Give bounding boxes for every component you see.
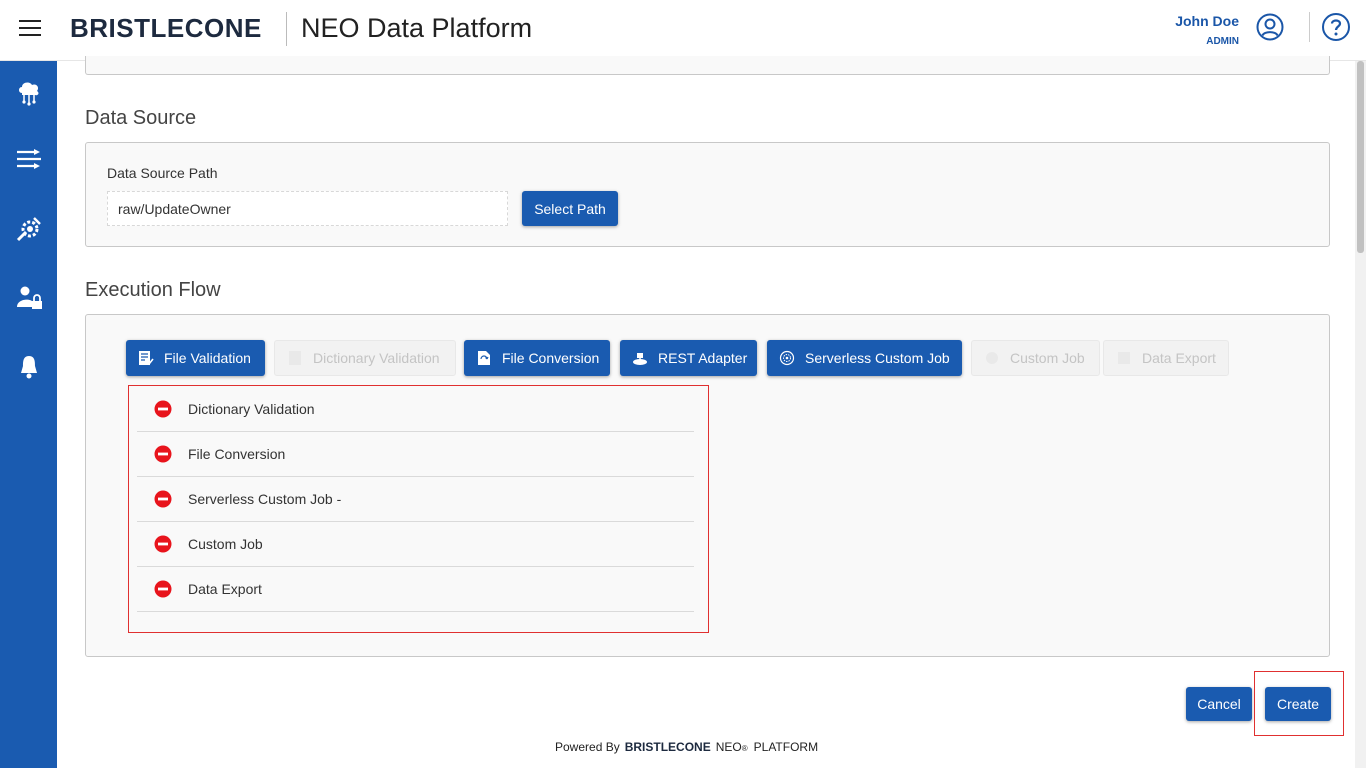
- flow-item-label: File Conversion: [188, 446, 286, 462]
- footer-brand: BRISTLECONE: [624, 740, 711, 754]
- dictionary-icon: [289, 351, 301, 365]
- menu-icon[interactable]: [19, 20, 41, 38]
- remove-icon[interactable]: [154, 580, 172, 598]
- previous-panel: [85, 56, 1330, 75]
- flow-list: Dictionary Validation File Conversion Se…: [128, 385, 709, 633]
- execution-flow-title: Execution Flow: [85, 279, 221, 301]
- flow-item-label: Dictionary Validation: [188, 401, 315, 417]
- step-custom-job[interactable]: Custom Job: [971, 340, 1100, 376]
- scrollbar-thumb[interactable]: [1357, 61, 1364, 253]
- step-data-export[interactable]: Data Export: [1103, 340, 1229, 376]
- user-role: ADMIN: [1206, 36, 1239, 47]
- cloud-network-icon[interactable]: [14, 77, 44, 107]
- pipeline-icon[interactable]: [14, 145, 44, 175]
- file-conversion-icon: [478, 351, 490, 365]
- step-label: File Validation: [164, 350, 251, 366]
- brand-logo: BRISTLECONE: [70, 13, 262, 43]
- cancel-button[interactable]: Cancel: [1186, 687, 1252, 721]
- step-rest-adapter[interactable]: REST Adapter: [620, 340, 757, 376]
- remove-icon[interactable]: [154, 445, 172, 463]
- footer-platform: PLATFORM: [753, 740, 819, 754]
- footer-registered: ®: [741, 744, 748, 753]
- user-avatar-icon[interactable]: [1256, 13, 1284, 41]
- step-serverless-custom-job[interactable]: Serverless Custom Job: [767, 340, 962, 376]
- header-divider: [286, 12, 287, 46]
- rest-adapter-icon: [633, 353, 647, 365]
- create-button[interactable]: Create: [1265, 687, 1331, 721]
- step-label: Data Export: [1142, 350, 1216, 366]
- data-source-path-label: Data Source Path: [107, 165, 218, 181]
- app-title: NEO Data Platform: [301, 13, 533, 43]
- main-content: Data Source Data Source Path Select Path…: [57, 56, 1355, 768]
- bell-icon[interactable]: [14, 352, 44, 382]
- flow-item-label: Serverless Custom Job -: [188, 491, 342, 507]
- flow-item-label: Data Export: [188, 581, 262, 597]
- header-divider-right: [1309, 12, 1310, 42]
- step-label: Custom Job: [1010, 350, 1085, 366]
- user-lock-icon[interactable]: [14, 283, 44, 313]
- flow-item-label: Custom Job: [188, 536, 263, 552]
- select-path-button[interactable]: Select Path: [522, 191, 618, 226]
- footer: Powered By BRISTLECONE NEO ® PLATFORM: [555, 740, 818, 754]
- help-icon[interactable]: [1321, 12, 1351, 42]
- flow-item: Data Export: [137, 567, 694, 612]
- scrollbar[interactable]: [1355, 61, 1366, 768]
- tools-icon[interactable]: [14, 214, 44, 244]
- step-label: REST Adapter: [658, 350, 748, 366]
- file-validation-icon: [139, 351, 154, 366]
- app-header: BRISTLECONE NEO Data Platform John Doe A…: [0, 0, 1366, 61]
- execution-flow-panel: File Validation Dictionary Validation Fi…: [85, 314, 1330, 657]
- flow-item: Serverless Custom Job -: [137, 477, 694, 522]
- flow-item: Custom Job: [137, 522, 694, 567]
- step-file-conversion[interactable]: File Conversion: [464, 340, 610, 376]
- step-file-validation[interactable]: File Validation: [126, 340, 265, 376]
- footer-powered-by: Powered By: [555, 740, 620, 754]
- remove-icon[interactable]: [154, 400, 172, 418]
- step-dictionary-validation[interactable]: Dictionary Validation: [274, 340, 456, 376]
- remove-icon[interactable]: [154, 490, 172, 508]
- user-name: John Doe: [1175, 13, 1239, 29]
- remove-icon[interactable]: [154, 535, 172, 553]
- custom-job-icon: [986, 352, 998, 364]
- data-export-icon: [1118, 352, 1130, 364]
- footer-neo: NEO: [715, 740, 742, 754]
- flow-item: Dictionary Validation: [137, 387, 694, 432]
- sidebar: [0, 61, 57, 768]
- step-label: Serverless Custom Job: [805, 350, 950, 366]
- flow-item: File Conversion: [137, 432, 694, 477]
- serverless-icon: [779, 350, 795, 366]
- data-source-panel: Data Source Path Select Path: [85, 142, 1330, 247]
- step-label: Dictionary Validation: [313, 350, 440, 366]
- step-label: File Conversion: [502, 350, 600, 366]
- data-source-path-input[interactable]: [107, 191, 508, 226]
- data-source-title: Data Source: [85, 107, 197, 129]
